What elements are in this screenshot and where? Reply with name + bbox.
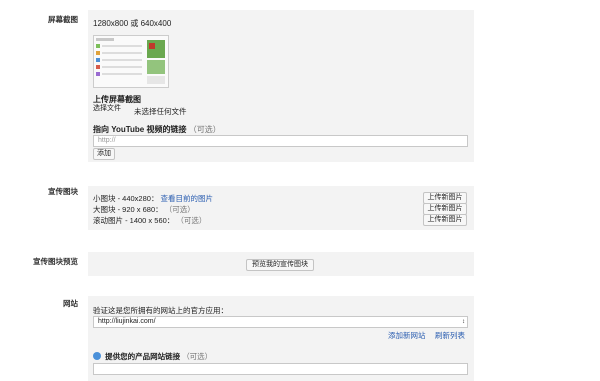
add-new-site-link[interactable]: 添加新网站: [388, 330, 426, 341]
product-link-row: 提供您的产品网站链接 （可选）: [93, 351, 212, 362]
youtube-url-input[interactable]: http://: [93, 135, 468, 147]
product-url-input[interactable]: [93, 363, 468, 375]
marquee-row: 滚动图片 - 1400 x 560： （可选）: [93, 215, 206, 226]
screenshot-sizes-text: 1280x800 或 640x400: [93, 19, 172, 28]
promo-preview-label: 宣传图块预览: [33, 257, 78, 266]
screenshot-thumbnail[interactable]: [93, 35, 169, 88]
select-arrows-icon: ↕: [462, 319, 465, 325]
site-select-value: http://liujinkai.com/: [98, 318, 156, 325]
small-tile-row: 小图块 - 440x280： 查看目前的图片: [93, 193, 213, 204]
large-tile-text: 大图块 - 920 x 680：: [93, 205, 163, 214]
choose-file-button[interactable]: 选择文件: [93, 104, 129, 116]
small-tile-text: 小图块 - 440x280：: [93, 194, 159, 203]
view-current-image-link[interactable]: 查看目前的图片: [161, 194, 214, 203]
globe-icon: [93, 352, 101, 360]
large-tile-row: 大图块 - 920 x 680： （可选）: [93, 204, 195, 215]
youtube-label-text: 指向 YouTube 视频的链接: [93, 125, 187, 134]
website-label: 网站: [63, 299, 78, 308]
upload-marquee-button[interactable]: 上传新图片: [423, 214, 467, 226]
youtube-optional-text: （可选）: [188, 125, 221, 134]
screenshots-label: 屏幕截图: [48, 15, 78, 24]
promo-tiles-label: 宣传图块: [48, 187, 78, 196]
large-tile-optional: （可选）: [164, 205, 195, 214]
screenshot-preview-image: [94, 36, 168, 87]
site-select[interactable]: http://liujinkai.com/ ↕: [93, 316, 468, 328]
youtube-link-label: 指向 YouTube 视频的链接 （可选）: [93, 124, 221, 135]
marquee-optional: （可选）: [176, 216, 207, 225]
no-file-text: 未选择任何文件: [134, 107, 187, 116]
add-video-button[interactable]: 添加: [93, 148, 115, 160]
verify-site-text: 验证这是您所拥有的网站上的官方应用：: [93, 306, 228, 315]
product-link-optional: （可选）: [182, 352, 213, 361]
marquee-text: 滚动图片 - 1400 x 560：: [93, 216, 175, 225]
refresh-list-link[interactable]: 刷新列表: [435, 330, 465, 341]
preview-promo-button[interactable]: 预览我的宣传图块: [246, 259, 314, 271]
product-link-label: 提供您的产品网站链接: [105, 352, 181, 361]
